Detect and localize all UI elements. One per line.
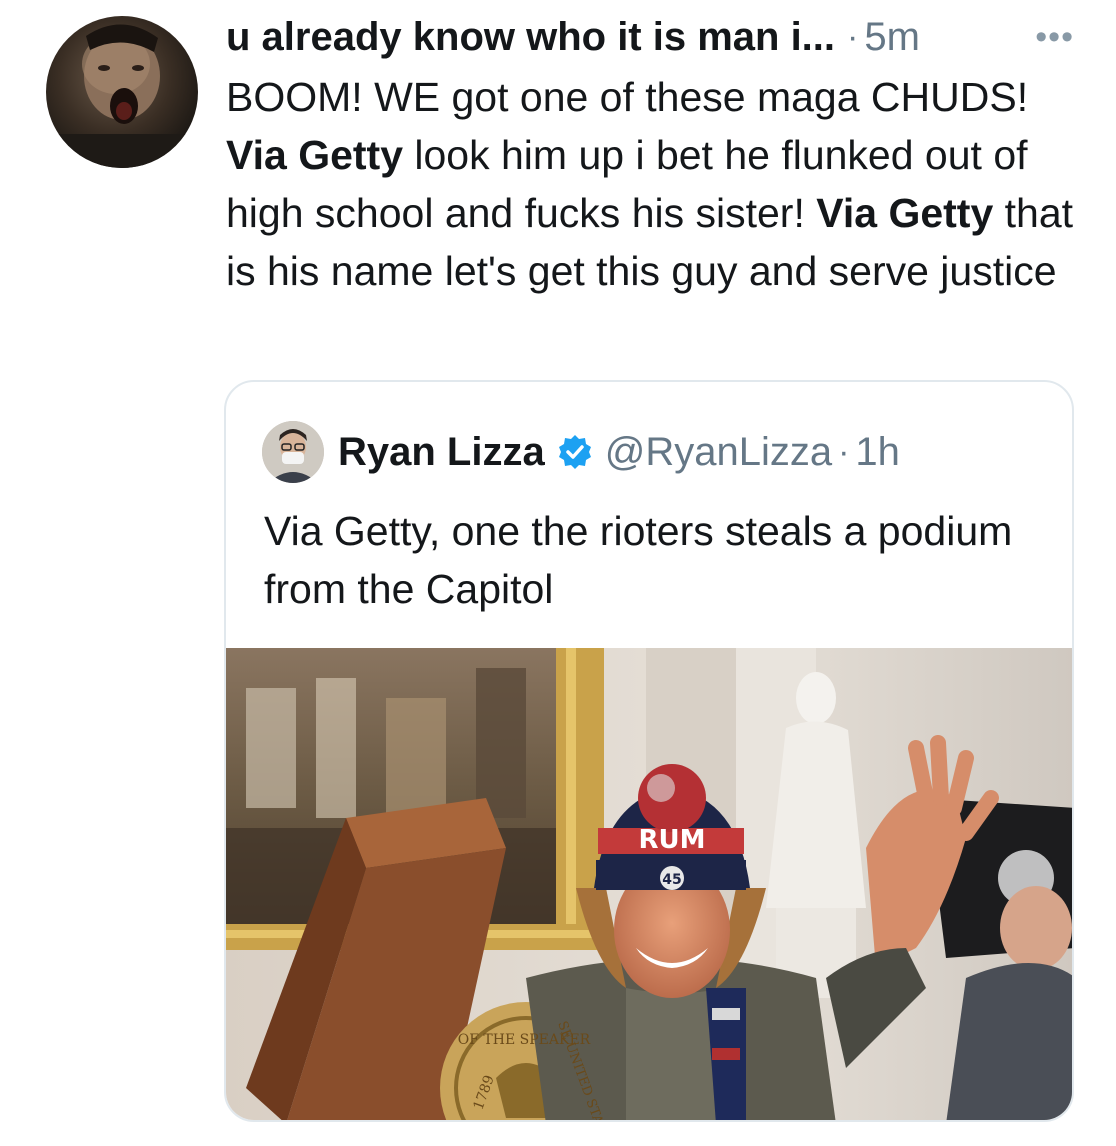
timestamp[interactable]: 5m <box>864 15 920 60</box>
quoted-tweet[interactable]: Ryan Lizza @RyanLizza · 1h Via Getty, on… <box>224 380 1074 1122</box>
hat-badge-text: 45 <box>662 872 681 888</box>
quoted-tweet-photo[interactable]: 45 RUM OF THE SPEAKER 1789 SE UNITED STA… <box>226 648 1072 1120</box>
quoted-timestamp[interactable]: 1h <box>855 430 900 475</box>
quoted-user-avatar[interactable] <box>262 421 324 483</box>
quoted-display-name[interactable]: Ryan Lizza <box>338 430 545 475</box>
tweet-text-bold-segment: Via Getty <box>226 132 403 178</box>
more-horizontal-icon[interactable]: ••• <box>1035 20 1074 54</box>
tweet-text-bold-segment: Via Getty <box>816 190 994 236</box>
quoted-tweet-header: Ryan Lizza @RyanLizza · 1h <box>262 420 900 484</box>
tweet-text: BOOM! WE got one of these maga CHUDS! Vi… <box>226 68 1096 300</box>
separator-dot: · <box>847 17 859 56</box>
tweet-header: u already know who it is man i... · 5m <box>226 12 1106 62</box>
quoted-separator-dot: · <box>838 432 850 471</box>
quoted-handle[interactable]: @RyanLizza <box>605 430 832 475</box>
quoted-tweet-text: Via Getty, one the rioters steals a podi… <box>264 508 1013 612</box>
verified-badge-icon <box>557 434 593 470</box>
tweet-text-segment: BOOM! WE got one of these maga CHUDS! <box>226 74 1029 120</box>
display-name[interactable]: u already know who it is man i... <box>226 15 835 60</box>
hat-text: RUM <box>638 825 705 855</box>
user-avatar[interactable] <box>46 16 198 168</box>
tweet[interactable]: u already know who it is man i... · 5m •… <box>0 0 1116 1146</box>
